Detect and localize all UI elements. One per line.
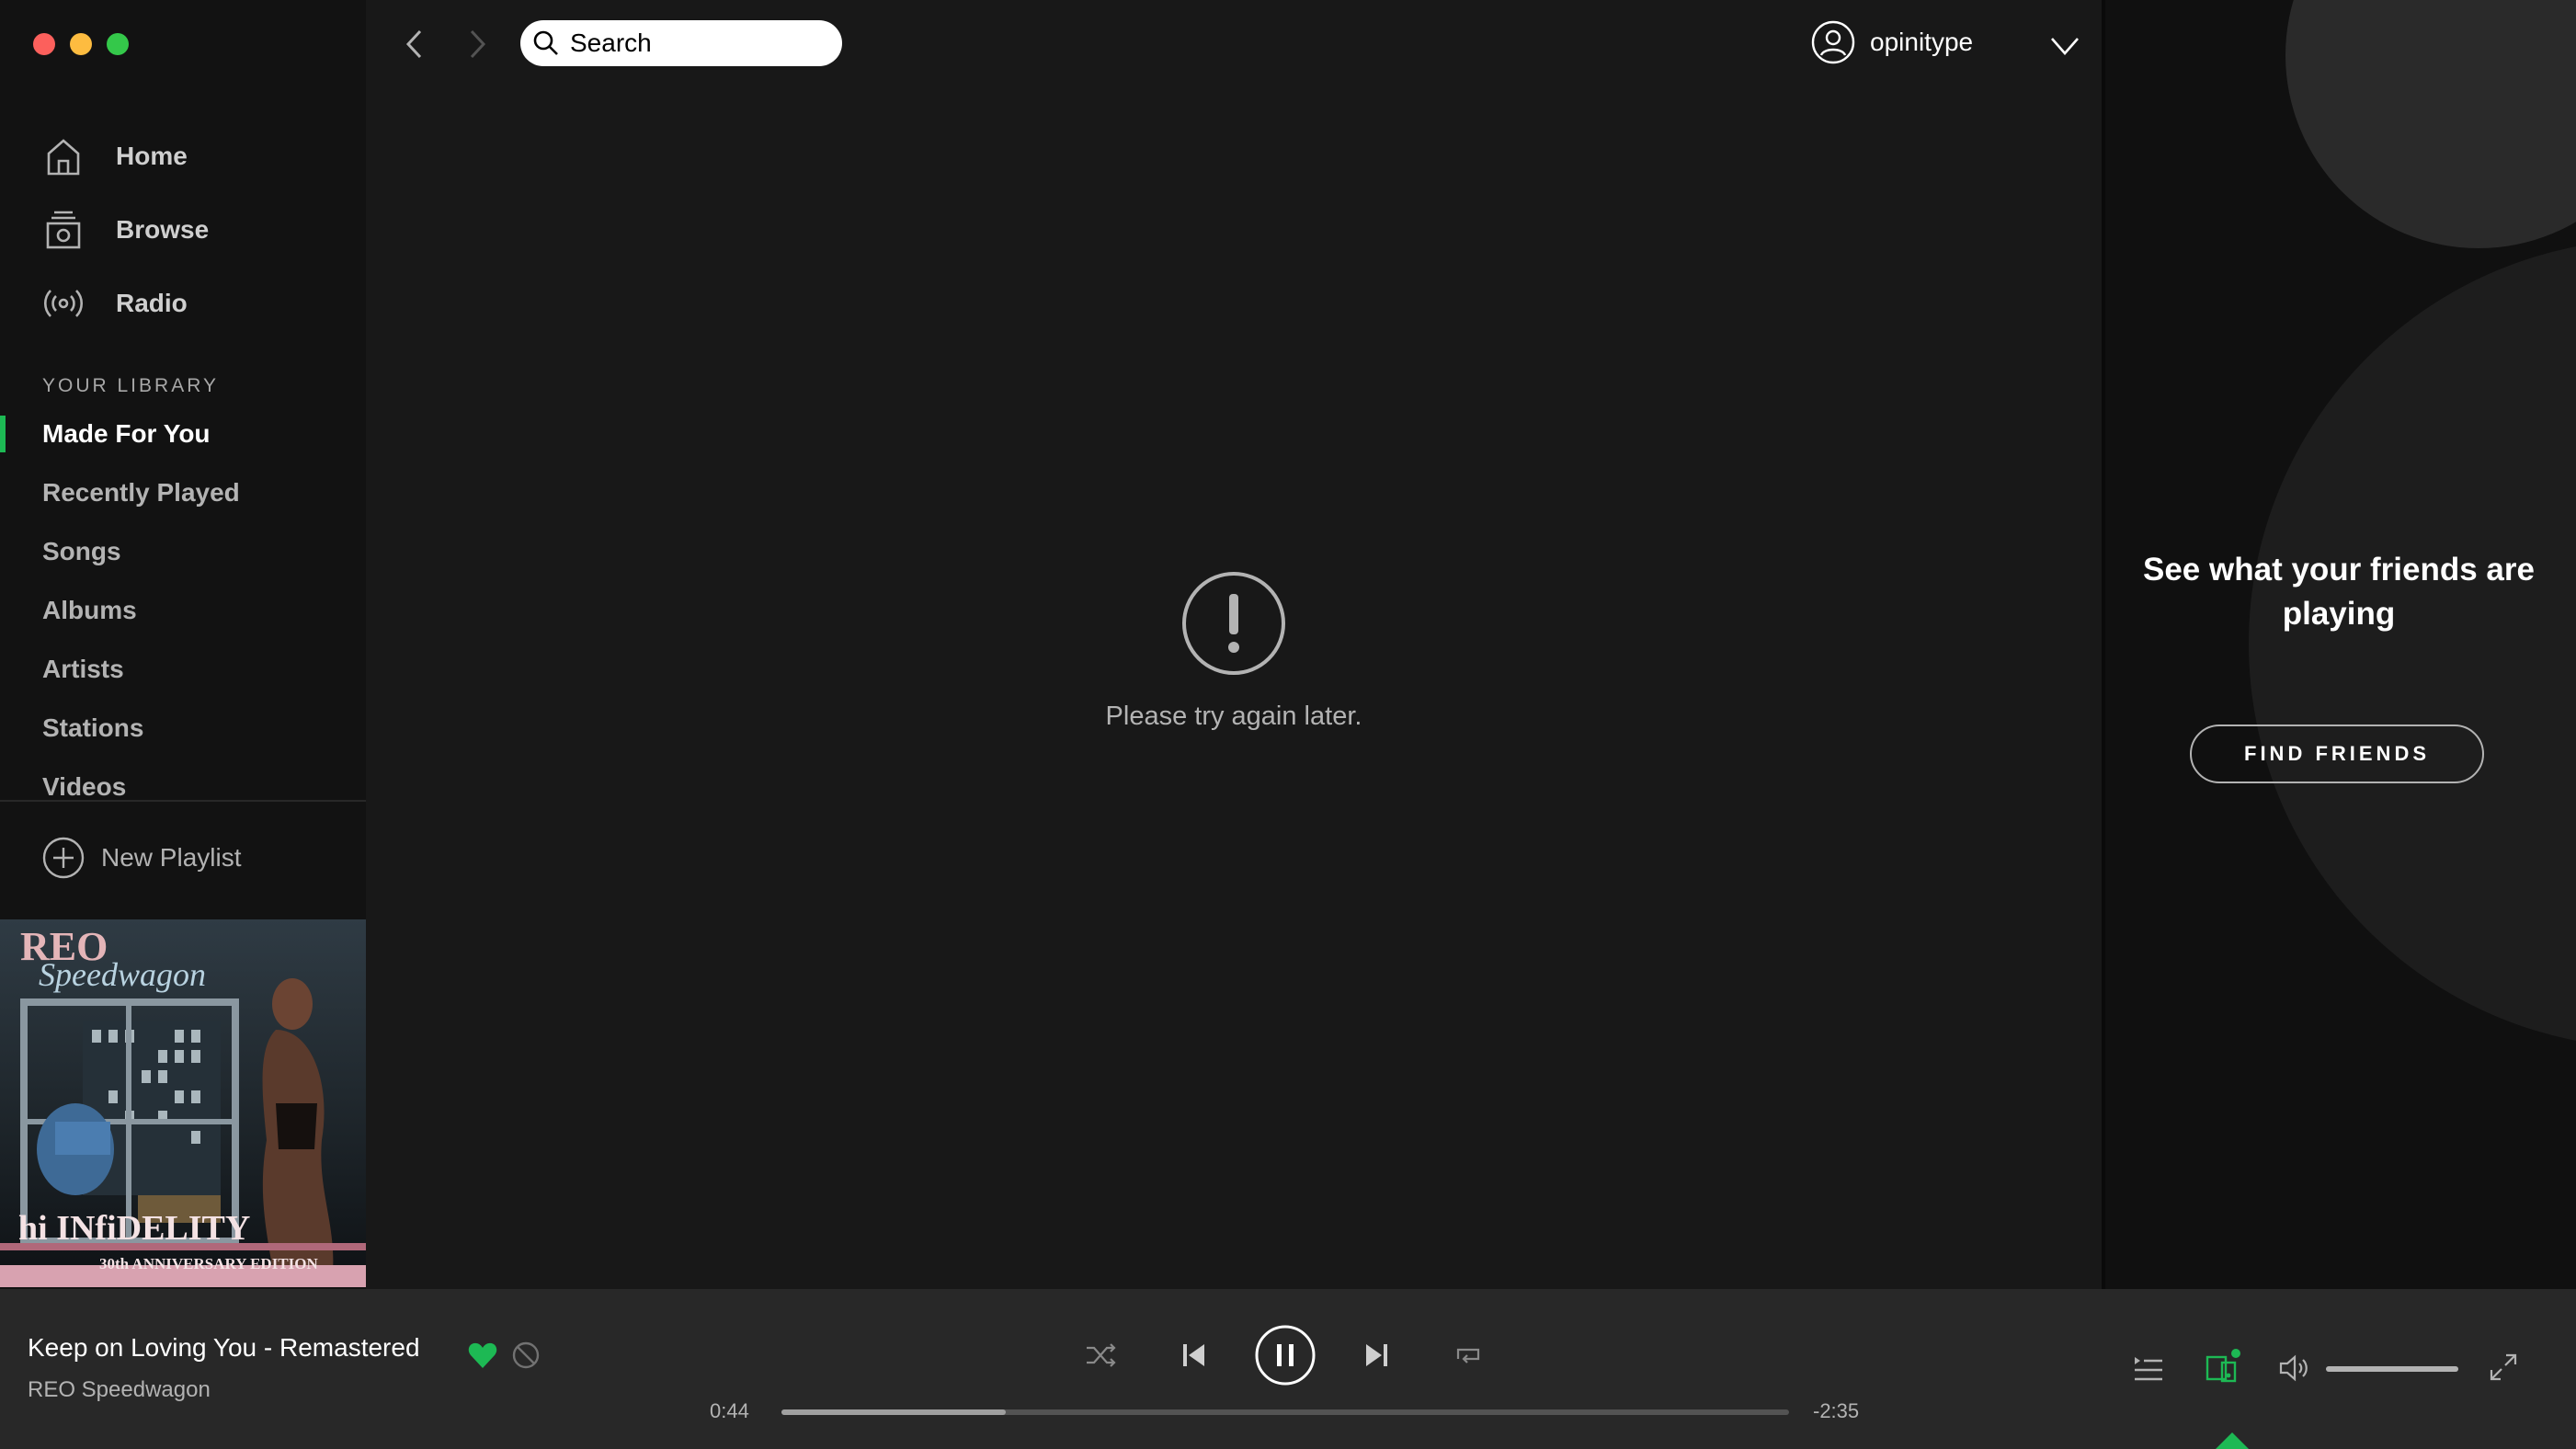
mute-button[interactable] [2278,1353,2311,1383]
plus-circle-icon [42,837,85,879]
friend-activity-panel: See what your friends are playing FIND F… [2102,0,2576,1289]
chevron-down-icon[interactable] [2048,29,2081,63]
find-friends-button[interactable]: FIND FRIENDS [2190,724,2484,783]
library-item-albums[interactable]: Albums [0,581,366,640]
library-item-stations[interactable]: Stations [0,699,366,758]
spotify-window: Home Browse Radio YOUR LIBRARY Made For … [0,0,2576,1449]
username: opinitype [1870,28,1974,56]
nav-item-home[interactable]: Home [42,120,355,193]
home-icon [47,139,80,176]
expand-icon [2490,1353,2517,1381]
back-button[interactable] [395,24,436,64]
player-bar: Keep on Loving You - Remastered REO Spee… [0,1289,2576,1449]
cover-band-script: Speedwagon [39,956,206,993]
sidebar: Home Browse Radio YOUR LIBRARY Made For … [0,0,366,1289]
repeat-icon [1456,1348,1480,1363]
browse-icon [46,211,81,249]
progress-bar[interactable] [781,1409,1789,1415]
shuffle-button[interactable] [1085,1341,1118,1370]
friends-background-art [2102,0,2576,1289]
progress-fill [781,1409,1007,1415]
chevron-left-icon [405,29,422,59]
window-minimize-button[interactable] [70,33,92,55]
skip-back-icon [1183,1344,1204,1366]
user-avatar-icon [1811,20,1855,64]
cover-album-title: hi INfiDELITY [18,1209,250,1248]
friends-title: See what your friends are playing [2143,552,2535,632]
search-box[interactable] [520,20,842,66]
window-close-button[interactable] [33,33,55,55]
skip-forward-icon [1366,1344,1387,1366]
sidebar-divider [0,800,366,802]
nav-item-browse[interactable]: Browse [42,193,355,267]
shuffle-icon [1087,1343,1116,1367]
play-pause-button[interactable] [1254,1324,1316,1386]
nav-item-radio[interactable]: Radio [42,267,355,340]
search-input[interactable] [568,28,829,59]
library-item-recently-played[interactable]: Recently Played [0,463,366,522]
now-playing-info: Keep on Loving You - Remastered REO Spee… [28,1333,420,1403]
library-item-videos[interactable]: Videos [0,758,366,816]
remaining-time: -2:35 [1813,1399,1860,1422]
new-playlist-label: New Playlist [101,843,242,872]
library-header: YOUR LIBRARY [42,375,219,396]
radio-icon [44,290,83,317]
devices-button[interactable] [2205,1348,2241,1385]
forward-button[interactable] [456,24,496,64]
artist-name[interactable]: REO Speedwagon [28,1377,420,1403]
library-list: Made For You Recently Played Songs Album… [0,405,366,816]
volume-icon [2279,1354,2308,1382]
album-cover-image: REO Speedwagon hi INfiDELITY 30th ANNIVE… [0,919,366,1287]
volume-fill [2326,1366,2458,1372]
elapsed-time: 0:44 [710,1399,749,1422]
queue-icon [2135,1357,2162,1381]
main-nav: Home Browse Radio [42,120,355,340]
track-name[interactable]: Keep on Loving You - Remastered [28,1333,420,1363]
library-item-songs[interactable]: Songs [0,522,366,581]
block-icon[interactable] [511,1341,541,1370]
active-device-indicator [2216,1432,2249,1449]
fullscreen-button[interactable] [2488,1352,2519,1383]
window-controls [33,33,129,55]
now-playing-cover-art[interactable]: REO Speedwagon hi INfiDELITY 30th ANNIVE… [0,919,366,1287]
search-icon [533,30,558,55]
exclamation-icon [1182,572,1285,675]
nav-item-label: Home [116,142,188,170]
user-menu[interactable]: opinitype [1811,20,1973,64]
previous-button[interactable] [1180,1341,1206,1370]
cover-edition-text: 30th ANNIVERSARY EDITION [99,1255,318,1272]
next-button[interactable] [1364,1341,1390,1370]
library-item-artists[interactable]: Artists [0,640,366,699]
queue-button[interactable] [2133,1355,2164,1383]
library-item-made-for-you[interactable]: Made For You [0,405,366,463]
new-playlist-button[interactable]: New Playlist [42,837,241,879]
nav-item-label: Radio [116,289,188,317]
main-content: opinitype Please try again later. [366,0,2102,1289]
nav-item-label: Browse [116,215,210,244]
heart-icon[interactable] [467,1341,498,1370]
volume-slider[interactable] [2326,1366,2458,1372]
error-state: Please try again later. [366,570,2102,732]
repeat-button[interactable] [1453,1341,1484,1370]
devices-icon [2206,1349,2240,1383]
window-maximize-button[interactable] [107,33,129,55]
topbar: opinitype [366,0,2102,88]
error-message: Please try again later. [1105,702,1362,731]
pause-icon [1255,1325,1316,1386]
chevron-right-icon [470,29,486,59]
